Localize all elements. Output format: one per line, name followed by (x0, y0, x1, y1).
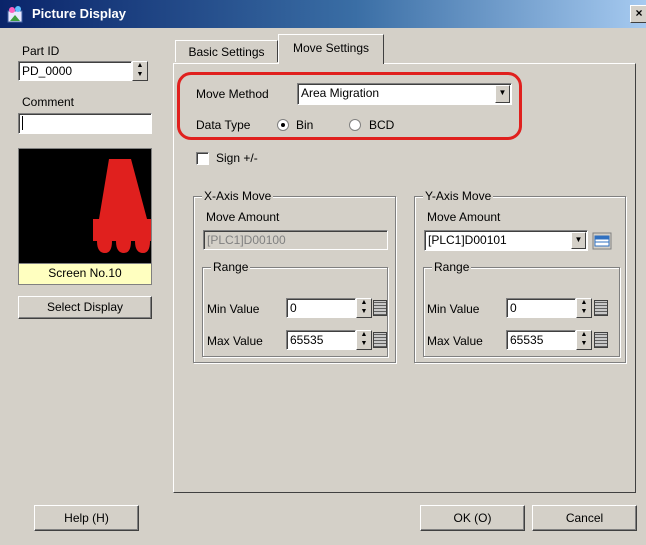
spin-down-icon[interactable]: ▼ (357, 308, 371, 317)
y-min-spinner[interactable]: ▲ ▼ (576, 298, 592, 318)
x-move-amount-field: [PLC1]D00100 (203, 230, 388, 250)
highlight-box (177, 72, 522, 140)
keypad-grid-icon[interactable] (594, 300, 608, 316)
x-max-spinner[interactable]: ▲ ▼ (356, 330, 372, 350)
y-move-amount-label: Move Amount (427, 210, 501, 224)
comment-field[interactable] (18, 113, 152, 134)
keypad-grid-icon[interactable] (373, 332, 387, 348)
spin-up-icon[interactable]: ▲ (357, 331, 371, 340)
x-move-amount-label: Move Amount (206, 210, 280, 224)
spin-up-icon[interactable]: ▲ (133, 62, 147, 71)
close-button[interactable]: × (630, 5, 646, 23)
ok-button[interactable]: OK (O) (420, 505, 525, 531)
help-button[interactable]: Help (H) (34, 505, 139, 531)
sign-label: Sign +/- (216, 151, 258, 165)
spin-down-icon[interactable]: ▼ (577, 340, 591, 349)
y-max-label: Max Value (427, 334, 483, 348)
y-min-field[interactable]: 0 (506, 298, 576, 318)
x-min-label: Min Value (207, 302, 260, 316)
comment-label: Comment (22, 95, 75, 109)
picture-preview: Screen No.10 (18, 148, 152, 285)
y-axis-title: Y-Axis Move (423, 189, 494, 203)
spin-up-icon[interactable]: ▲ (357, 299, 371, 308)
part-id-spinner[interactable]: ▲ ▼ (132, 61, 148, 81)
chevron-down-icon[interactable]: ▼ (571, 232, 586, 249)
spin-up-icon[interactable]: ▲ (577, 331, 591, 340)
y-move-amount-select[interactable]: [PLC1]D00101 ▼ (424, 230, 588, 251)
x-min-field[interactable]: 0 (286, 298, 356, 318)
y-range-title: Range (432, 260, 472, 274)
x-max-field[interactable]: 65535 (286, 330, 356, 350)
spin-down-icon[interactable]: ▼ (357, 340, 371, 349)
x-axis-title: X-Axis Move (202, 189, 274, 203)
spin-up-icon[interactable]: ▲ (577, 299, 591, 308)
y-max-field[interactable]: 65535 (506, 330, 576, 350)
address-book-icon[interactable] (592, 232, 612, 250)
y-min-label: Min Value (427, 302, 480, 316)
spin-down-icon[interactable]: ▼ (577, 308, 591, 317)
preview-caption: Screen No.10 (19, 263, 151, 284)
x-min-spinner[interactable]: ▲ ▼ (356, 298, 372, 318)
x-range-title: Range (211, 260, 251, 274)
y-max-spinner[interactable]: ▲ ▼ (576, 330, 592, 350)
window-title: Picture Display (32, 6, 126, 21)
title-bar[interactable]: Picture Display × (0, 0, 646, 28)
cancel-button[interactable]: Cancel (532, 505, 637, 531)
preview-shape (93, 159, 151, 253)
part-id-label: Part ID (22, 44, 60, 58)
keypad-grid-icon[interactable] (594, 332, 608, 348)
sign-checkbox[interactable] (196, 152, 209, 165)
picture-display-icon (7, 6, 23, 23)
x-max-label: Max Value (207, 334, 263, 348)
spin-down-icon[interactable]: ▼ (133, 71, 147, 80)
select-display-button[interactable]: Select Display (18, 296, 152, 319)
keypad-grid-icon[interactable] (373, 300, 387, 316)
tab-move-settings[interactable]: Move Settings (278, 34, 384, 64)
part-id-field[interactable]: PD_0000 (18, 61, 132, 81)
tab-basic-settings[interactable]: Basic Settings (175, 40, 278, 62)
picture-display-dialog: Picture Display × Part ID PD_0000 ▲ ▼ Co… (0, 0, 646, 545)
